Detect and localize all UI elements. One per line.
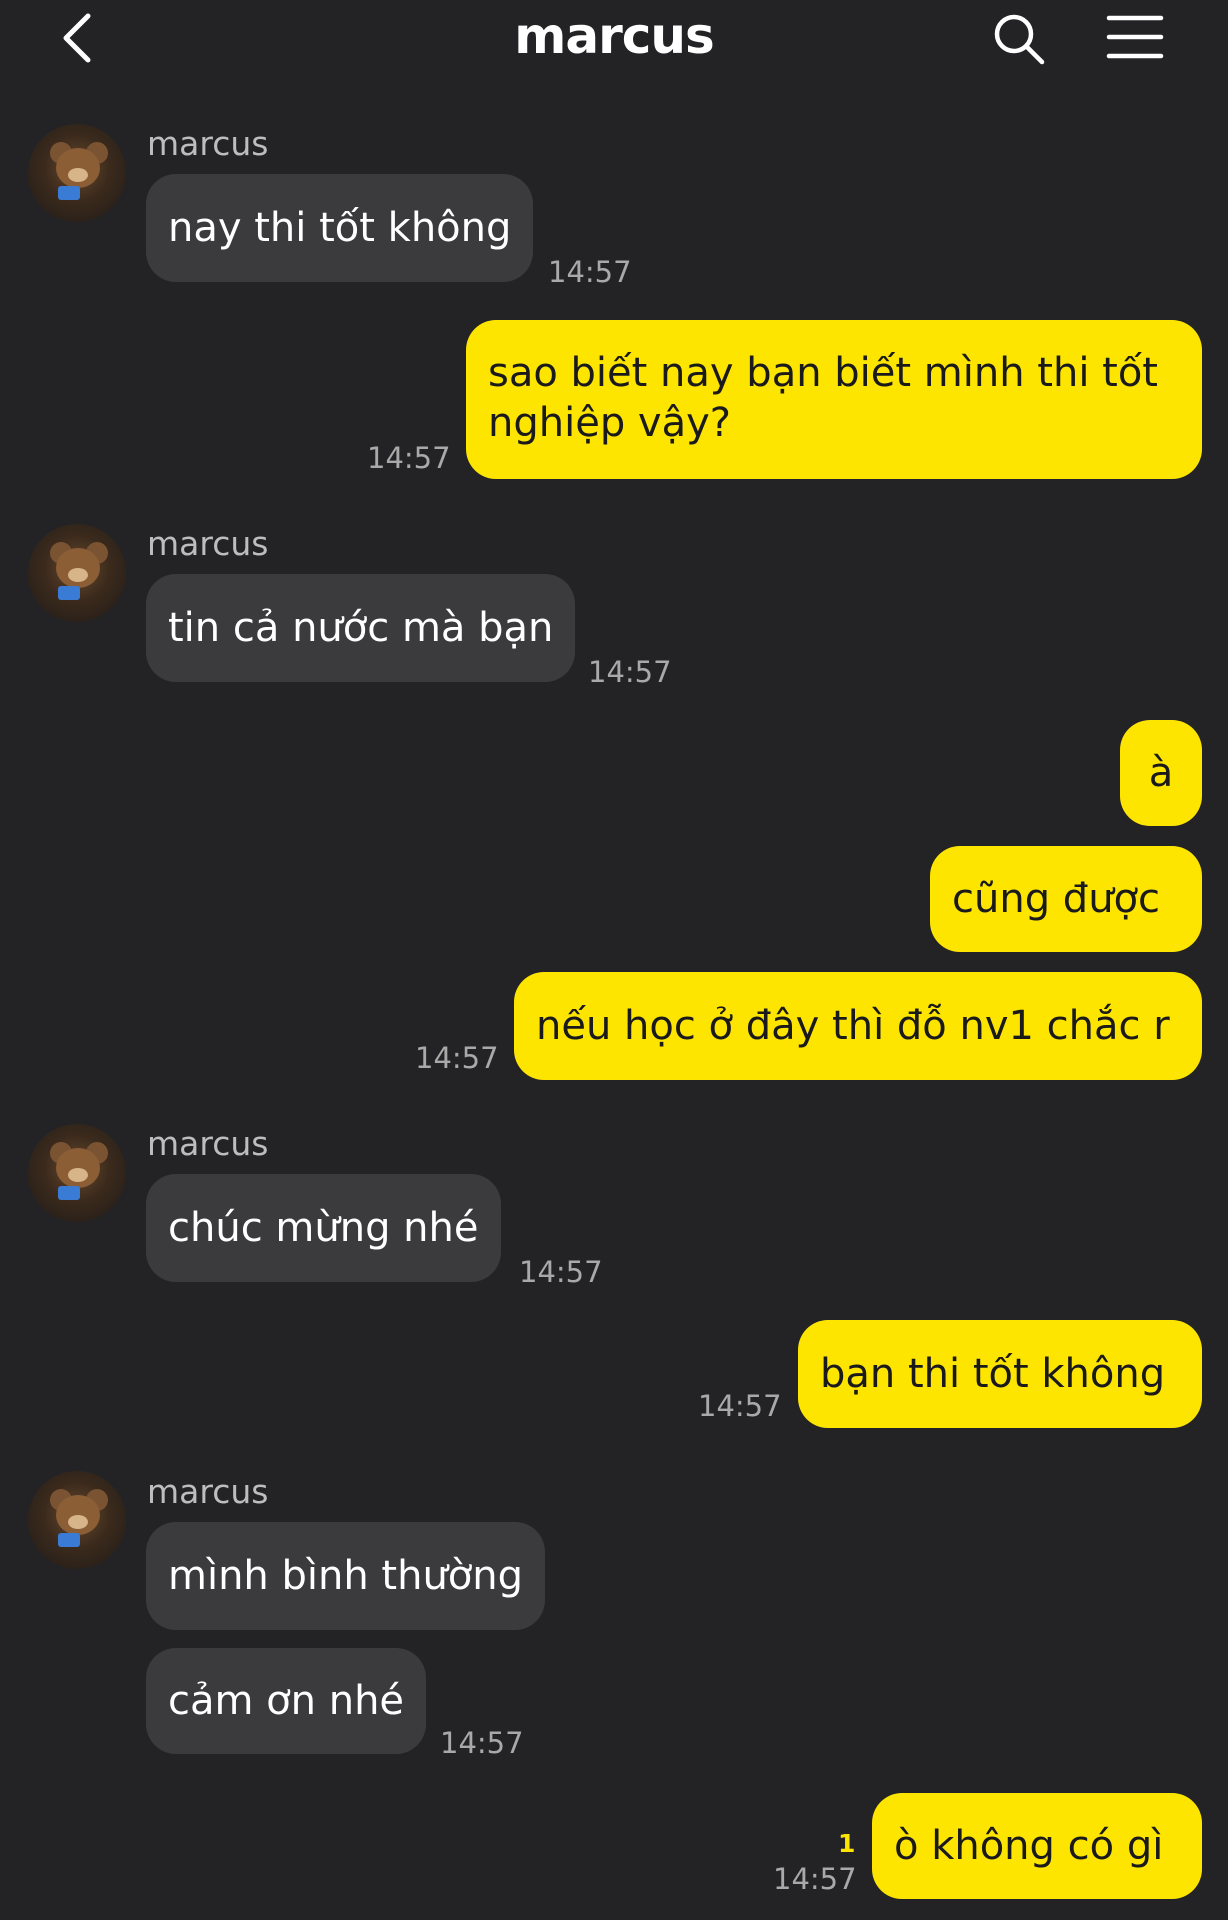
- search-icon[interactable]: [990, 8, 1050, 68]
- incoming-message-bubble[interactable]: tin cả nước mà bạn: [146, 574, 576, 682]
- message-timestamp: 14:57: [698, 1389, 782, 1423]
- message-timestamp: 14:57: [519, 1255, 603, 1289]
- message-text-line: sao biết nay bạn biết mình thi tốt: [488, 350, 1158, 396]
- message-timestamp: 14:57: [367, 441, 451, 475]
- avatar-phone: [58, 586, 80, 600]
- chat-header: marcus: [0, 0, 1228, 80]
- outgoing-message-bubble[interactable]: cũng được: [930, 846, 1202, 952]
- outgoing-message-bubble[interactable]: bạn thi tốt không: [798, 1320, 1202, 1428]
- avatar[interactable]: [28, 124, 126, 222]
- avatar[interactable]: [28, 1124, 126, 1222]
- avatar-bear-muzzle: [68, 568, 88, 582]
- incoming-message-bubble[interactable]: cảm ơn nhé: [146, 1648, 427, 1754]
- outgoing-message-bubble[interactable]: nếu học ở đây thì đỗ nv1 chắc r: [514, 972, 1202, 1080]
- menu-icon[interactable]: [1105, 12, 1165, 62]
- message-timestamp: 14:57: [415, 1041, 499, 1075]
- avatar-phone: [58, 1533, 80, 1547]
- message-timestamp: 14:57: [773, 1862, 857, 1896]
- sender-name: marcus: [147, 1472, 269, 1511]
- message-timestamp: 14:57: [440, 1726, 524, 1760]
- outgoing-message-bubble[interactable]: sao biết nay bạn biết mình thi tốt nghiệ…: [466, 320, 1202, 479]
- avatar-bear-muzzle: [68, 1168, 88, 1182]
- avatar[interactable]: [28, 1471, 126, 1569]
- incoming-message-bubble[interactable]: nay thi tốt không: [146, 174, 534, 282]
- sender-name: marcus: [147, 1124, 269, 1163]
- outgoing-message-bubble[interactable]: ò không có gì: [872, 1793, 1202, 1899]
- message-timestamp: 14:57: [548, 255, 632, 289]
- incoming-message-bubble[interactable]: chúc mừng nhé: [146, 1174, 501, 1282]
- message-text-line: nghiệp vậy?: [488, 400, 732, 446]
- sender-name: marcus: [147, 524, 269, 563]
- avatar[interactable]: [28, 524, 126, 622]
- sender-name: marcus: [147, 124, 269, 163]
- incoming-message-bubble[interactable]: mình bình thường: [146, 1522, 546, 1630]
- avatar-bear-muzzle: [68, 1515, 88, 1529]
- avatar-bear-muzzle: [68, 168, 88, 182]
- avatar-phone: [58, 186, 80, 200]
- outgoing-message-bubble[interactable]: à: [1120, 720, 1202, 826]
- message-timestamp: 14:57: [588, 655, 672, 689]
- avatar-phone: [58, 1186, 80, 1200]
- unread-count: 1: [838, 1829, 856, 1858]
